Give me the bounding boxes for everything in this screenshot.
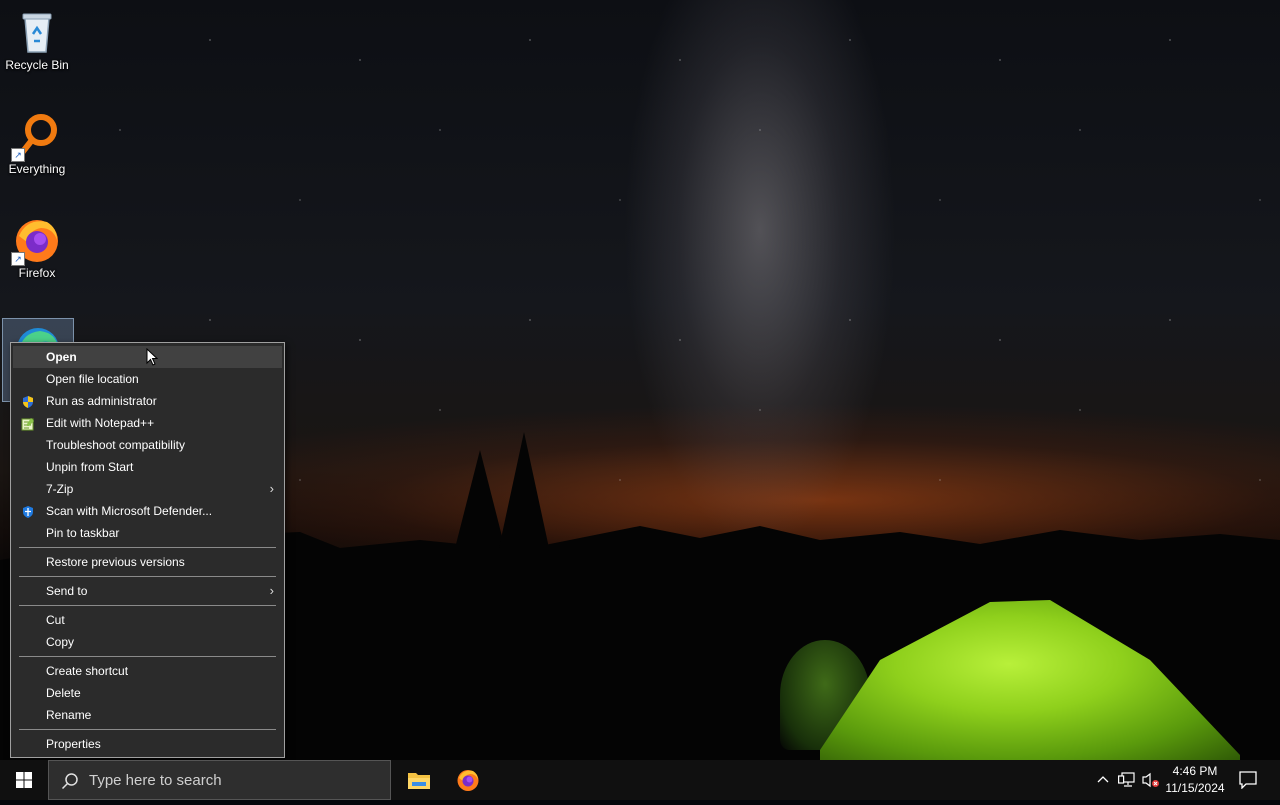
menu-item-edit-with-notepadpp[interactable]: Edit with Notepad++ bbox=[13, 412, 282, 434]
desktop-icon-label: Firefox bbox=[18, 266, 56, 280]
search-icon bbox=[61, 773, 78, 790]
everything-search-icon: ↗ bbox=[11, 112, 61, 162]
mouse-cursor-icon bbox=[146, 347, 159, 371]
menu-item-label: Scan with Microsoft Defender... bbox=[46, 504, 213, 518]
firefox-icon: ↗ bbox=[11, 216, 61, 266]
menu-separator bbox=[19, 656, 276, 657]
menu-item-label: Properties bbox=[46, 737, 101, 751]
menu-item-cut[interactable]: Cut bbox=[13, 609, 282, 631]
taskbar-search-box[interactable]: Type here to search bbox=[48, 760, 391, 800]
menu-item-rename[interactable]: Rename bbox=[13, 704, 282, 726]
defender-icon bbox=[21, 504, 35, 518]
menu-item-unpin-from-start[interactable]: Unpin from Start bbox=[13, 456, 282, 478]
menu-item-label: Pin to taskbar bbox=[46, 526, 120, 540]
menu-item-open-file-location[interactable]: Open file location bbox=[13, 368, 282, 390]
notepadpp-icon bbox=[21, 416, 35, 431]
taskbar-firefox[interactable] bbox=[444, 760, 492, 800]
menu-separator bbox=[19, 576, 276, 577]
notification-icon bbox=[1239, 771, 1257, 789]
menu-item-troubleshoot-compatibility[interactable]: Troubleshoot compatibility bbox=[13, 434, 282, 456]
menu-item-label: Edit with Notepad++ bbox=[46, 416, 155, 430]
menu-item-label: Cut bbox=[46, 613, 65, 627]
search-placeholder: Type here to search bbox=[89, 772, 222, 789]
shortcut-arrow-icon: ↗ bbox=[11, 252, 25, 266]
desktop-icon-everything[interactable]: ↗ Everything bbox=[2, 106, 72, 180]
taskbar: Type here to search 4:46 PM 11/15/2024 bbox=[0, 760, 1280, 800]
menu-item-label: Open file location bbox=[46, 372, 139, 386]
menu-separator bbox=[19, 605, 276, 606]
start-button[interactable] bbox=[0, 760, 48, 800]
menu-item-run-as-administrator[interactable]: Run as administrator bbox=[13, 390, 282, 412]
menu-item-delete[interactable]: Delete bbox=[13, 682, 282, 704]
tray-overflow-button[interactable] bbox=[1092, 760, 1114, 800]
menu-item-send-to[interactable]: Send to › bbox=[13, 580, 282, 602]
wallpaper-tree bbox=[496, 432, 552, 562]
menu-item-create-shortcut[interactable]: Create shortcut bbox=[13, 660, 282, 682]
menu-item-label: Create shortcut bbox=[46, 664, 129, 678]
taskbar-file-explorer[interactable] bbox=[395, 760, 443, 800]
menu-item-properties[interactable]: Properties bbox=[13, 733, 282, 755]
chevron-up-icon bbox=[1097, 776, 1109, 783]
menu-item-copy[interactable]: Copy bbox=[13, 631, 282, 653]
desktop-icon-recycle-bin[interactable]: Recycle Bin bbox=[2, 2, 72, 76]
chevron-right-icon: › bbox=[269, 481, 274, 496]
network-icon bbox=[1118, 772, 1135, 787]
menu-item-pin-to-taskbar[interactable]: Pin to taskbar bbox=[13, 522, 282, 544]
firefox-icon bbox=[457, 770, 479, 791]
action-center-button[interactable] bbox=[1234, 760, 1262, 800]
menu-item-label: Copy bbox=[46, 635, 75, 649]
tray-volume[interactable] bbox=[1140, 760, 1162, 800]
menu-item-label: Open bbox=[46, 350, 77, 364]
desktop-icon-firefox[interactable]: ↗ Firefox bbox=[2, 210, 72, 284]
clock-time: 4:46 PM bbox=[1172, 764, 1218, 778]
tray-network[interactable] bbox=[1116, 760, 1138, 800]
uac-shield-icon bbox=[21, 394, 35, 408]
menu-item-label: Delete bbox=[46, 686, 81, 700]
volume-muted-icon bbox=[1142, 772, 1159, 788]
menu-item-label: Unpin from Start bbox=[46, 460, 134, 474]
menu-item-7zip[interactable]: 7-Zip › bbox=[13, 478, 282, 500]
taskbar-clock[interactable]: 4:46 PM 11/15/2024 bbox=[1160, 763, 1230, 797]
menu-item-label: Send to bbox=[46, 584, 88, 598]
menu-item-label: Rename bbox=[46, 708, 92, 722]
menu-item-label: Restore previous versions bbox=[46, 555, 185, 569]
menu-item-scan-with-defender[interactable]: Scan with Microsoft Defender... bbox=[13, 500, 282, 522]
desktop-icon-label: Everything bbox=[8, 162, 66, 176]
menu-separator bbox=[19, 729, 276, 730]
menu-item-label: Troubleshoot compatibility bbox=[46, 438, 185, 452]
windows-logo-icon bbox=[16, 772, 32, 788]
file-explorer-icon bbox=[408, 773, 430, 789]
clock-date: 11/15/2024 bbox=[1165, 781, 1225, 795]
context-menu: Open Open file location Run as administr… bbox=[10, 342, 285, 758]
menu-separator bbox=[19, 547, 276, 548]
shortcut-arrow-icon: ↗ bbox=[11, 148, 25, 162]
chevron-right-icon: › bbox=[269, 583, 274, 598]
menu-item-restore-previous-versions[interactable]: Restore previous versions bbox=[13, 551, 282, 573]
menu-item-label: 7-Zip bbox=[46, 482, 74, 496]
recycle-bin-icon bbox=[13, 8, 61, 56]
desktop-icon-label: Recycle Bin bbox=[5, 58, 69, 72]
menu-item-label: Run as administrator bbox=[46, 394, 157, 408]
